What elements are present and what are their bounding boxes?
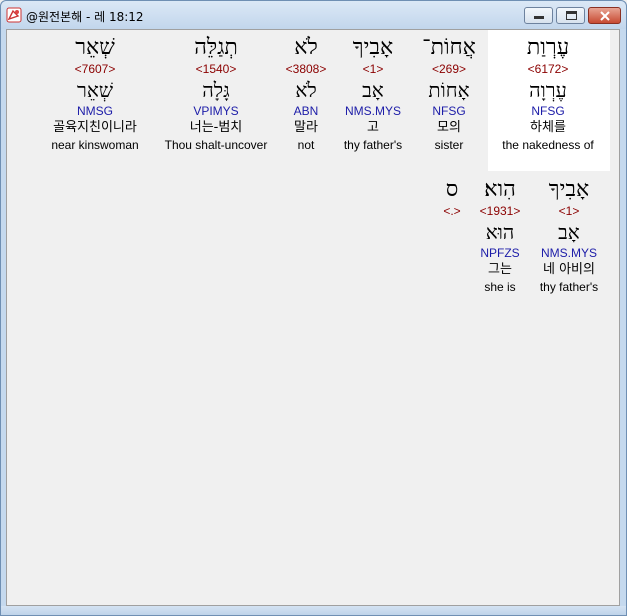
korean-gloss: 네 아비의 (543, 262, 595, 277)
close-icon (600, 11, 610, 21)
morphology-code: NMSG (77, 104, 113, 118)
hebrew-lemma: אָב (558, 220, 580, 244)
word-column[interactable]: אֲחוֹת־ <269> אָחוֹת NFSG 모의 sister (414, 35, 484, 153)
strong-number: <1931> (479, 204, 521, 218)
close-button[interactable] (588, 7, 621, 24)
morphology-code: VPIMYS (193, 104, 239, 118)
word-column[interactable]: עֶרְוַת <6172> עֶרְוָה NFSG 하체를 the nake… (498, 35, 598, 153)
app-window: @원전본해 - 레 18:12 עֶרְוַת <6172> עֶרְוָה N… (0, 0, 627, 616)
hebrew-lemma: אָב (362, 78, 384, 102)
korean-gloss: 너는-범치 (189, 120, 243, 135)
english-gloss: near kinswoman (51, 138, 139, 152)
window-bottom-border (1, 606, 626, 615)
english-gloss: thy father's (343, 138, 403, 152)
strong-number: <1> (362, 62, 384, 76)
english-gloss: the nakedness of (502, 138, 594, 152)
hebrew-lemma: אָחוֹת (428, 78, 470, 102)
strong-number: <3808> (285, 62, 327, 76)
english-gloss: not (297, 138, 315, 152)
english-gloss: thy father's (539, 280, 599, 294)
english-gloss: sister (434, 138, 464, 152)
app-icon (6, 7, 22, 23)
word-column[interactable]: הִוא׃ <1931> הוּא NPFZS 그는 she is (471, 177, 529, 295)
hebrew-word: ס (445, 177, 459, 202)
word-column[interactable]: לֹא <3808> לֹא ABN 말라 not (279, 35, 333, 153)
strong-number: <269> (431, 62, 467, 76)
strong-number: <6172> (527, 62, 569, 76)
strong-number: <.> (443, 204, 461, 218)
hebrew-lemma: הוּא (485, 220, 515, 244)
hebrew-lemma: גָּלָה (202, 78, 230, 102)
maximize-icon (566, 11, 577, 20)
korean-gloss: 골육지친이니라 (53, 120, 137, 135)
korean-gloss: 하체를 (530, 120, 566, 135)
strong-number: <1540> (195, 62, 237, 76)
hebrew-word: אָבִיךָ (352, 35, 394, 60)
word-column[interactable]: אָבִיךָ <1> אָב NMS.MYS 고 thy father's (337, 35, 409, 153)
window-title: @원전본해 - 레 18:12 (26, 10, 144, 24)
morphology-code: NFSG (531, 104, 565, 118)
morphology-code: ABN (293, 104, 319, 118)
korean-gloss: 고 (367, 120, 379, 135)
hebrew-word: אָבִיךָ (548, 177, 590, 202)
korean-gloss: 말라 (294, 120, 318, 135)
minimize-icon (534, 16, 544, 19)
english-gloss: Thou shalt-uncover (164, 138, 268, 152)
korean-gloss: 모의 (437, 120, 461, 135)
hebrew-word: תְגַלֵּה (194, 35, 238, 60)
hebrew-lemma: לֹא (295, 78, 317, 102)
hebrew-lemma: שְׁאֵר (77, 78, 113, 102)
morphology-code: NPFZS (480, 246, 520, 260)
strong-number: <1> (558, 204, 580, 218)
hebrew-word: לֹא (294, 35, 318, 60)
title-bar[interactable]: @원전본해 - 레 18:12 (1, 1, 626, 29)
morphology-code: NFSG (432, 104, 466, 118)
hebrew-word: הִוא׃ (484, 177, 516, 202)
morphology-code: NMS.MYS (540, 246, 597, 260)
maximize-button[interactable] (556, 7, 585, 24)
strong-number: <7607> (74, 62, 116, 76)
hebrew-lemma: עֶרְוָה (529, 78, 567, 102)
english-gloss: she is (484, 280, 516, 294)
hebrew-word: שְׁאֵר (75, 35, 115, 60)
hebrew-word: עֶרְוַת (526, 35, 570, 60)
word-column[interactable]: ס <.> (435, 177, 469, 219)
morphology-code: NMS.MYS (344, 104, 401, 118)
korean-gloss: 그는 (488, 262, 512, 277)
word-column[interactable]: שְׁאֵר <7607> שְׁאֵר NMSG 골육지친이니라 near k… (37, 35, 153, 153)
minimize-button[interactable] (524, 7, 553, 24)
word-column[interactable]: אָבִיךָ <1> אָב NMS.MYS 네 아비의 thy father… (531, 177, 607, 295)
word-column[interactable]: תְגַלֵּה <1540> גָּלָה VPIMYS 너는-범치 Thou… (159, 35, 273, 153)
hebrew-word: אֲחוֹת־ (422, 35, 476, 60)
